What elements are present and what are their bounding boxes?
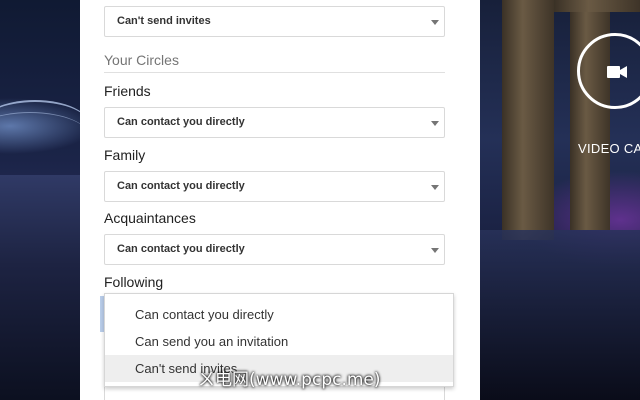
chevron-down-icon — [431, 185, 439, 190]
watermark: ㄨ电网(www.pcpc.me) — [198, 370, 381, 390]
background-left — [0, 0, 90, 400]
chevron-down-icon — [431, 121, 439, 126]
family-select[interactable]: Can contact you directly — [104, 171, 445, 202]
circle-label-family: Family — [104, 147, 146, 163]
circle-label-following: Following — [104, 274, 164, 290]
invites-select[interactable]: Can't send invites — [104, 6, 445, 37]
video-camera-icon[interactable] — [607, 65, 627, 79]
section-title: Your Circles — [104, 52, 179, 68]
select-value: Can contact you directly — [117, 180, 245, 192]
acquaintances-select[interactable]: Can contact you directly — [104, 234, 445, 265]
chevron-down-icon — [431, 20, 439, 25]
pier-beam — [554, 0, 640, 12]
water — [480, 230, 640, 400]
dropdown-option[interactable]: Can send you an invitation — [105, 328, 453, 355]
divider — [104, 72, 445, 73]
circle-label-acquaintances: Acquaintances — [104, 210, 196, 226]
select-value: Can't send invites — [117, 15, 211, 27]
circle-label-friends: Friends — [104, 83, 151, 99]
video-call-label: VIDEO CA — [578, 141, 640, 156]
settings-panel: Can't send invites Your Circles Friends … — [80, 0, 480, 400]
pier-pillar — [502, 0, 554, 240]
chevron-down-icon — [431, 248, 439, 253]
dropdown-option[interactable]: Can contact you directly — [105, 301, 453, 328]
water — [0, 175, 80, 400]
select-value: Can contact you directly — [117, 116, 245, 128]
select-value: Can contact you directly — [117, 243, 245, 255]
friends-select[interactable]: Can contact you directly — [104, 107, 445, 138]
